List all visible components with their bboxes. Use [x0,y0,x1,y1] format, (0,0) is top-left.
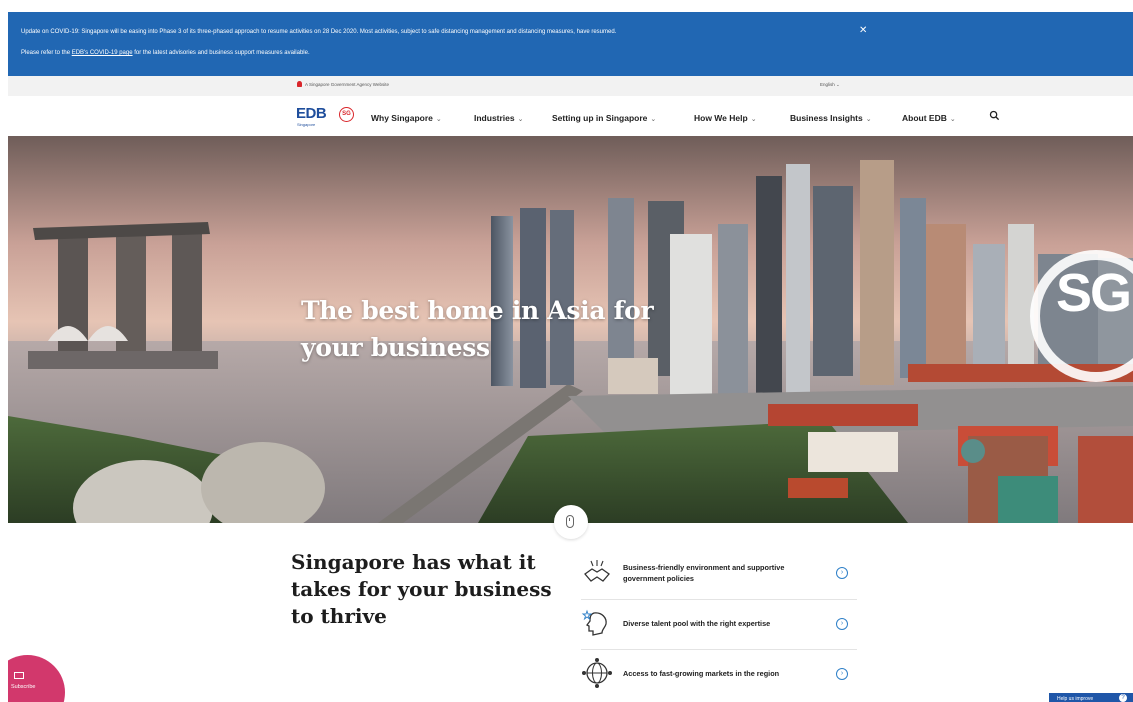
nav-label: How We Help [694,113,748,123]
sg-watermark-text: SG [1056,263,1132,323]
chevron-right-icon[interactable]: › [836,567,848,579]
nav-how-we-help[interactable]: How We Help ⌄ [694,113,757,123]
close-icon[interactable]: ✕ [859,26,867,36]
feature-item-business-friendly[interactable]: Business-friendly environment and suppor… [581,549,857,600]
feature-label: Business-friendly environment and suppor… [623,563,785,583]
chevron-down-icon: ⌄ [650,116,657,123]
nav-business-insights[interactable]: Business Insights ⌄ [790,113,872,123]
chevron-down-icon: ⌄ [949,116,956,123]
nav-label: Business Insights [790,113,863,123]
feature-label: Diverse talent pool with the right exper… [623,619,771,628]
nav-why-singapore[interactable]: Why Singapore ⌄ [371,113,442,123]
lion-head-icon [297,81,302,87]
section-lead-heading: Singapore has what it takes for your bus… [291,550,552,628]
language-selector[interactable]: English ⌄ [820,82,840,88]
scroll-down-button[interactable] [554,505,588,539]
question-icon: ? [1119,694,1127,702]
edb-logo[interactable]: EDB [296,106,327,121]
chevron-right-icon[interactable]: › [836,668,848,680]
help-us-improve-button[interactable]: Help us improve ? [1049,693,1133,702]
sg-logo: SG [339,107,354,122]
subscribe-button[interactable]: Subscribe [8,655,65,702]
covid-banner-suffix: for the latest advisories and business s… [134,50,310,56]
chevron-down-icon: ⌄ [517,116,524,123]
hero-headline: The best home in Asia for your business [301,296,654,362]
covid-banner-line2: Please refer to the EDB's COVID-19 page … [21,50,310,56]
nav-label: Industries [474,113,515,123]
gov-agency-bar: A Singapore Government Agency Website En… [8,76,1133,96]
covid-banner-prefix: Please refer to the [21,50,71,56]
mouse-scroll-icon [566,515,574,528]
network-globe-icon [582,658,612,688]
nav-label: Why Singapore [371,113,433,123]
main-nav: EDB Singapore SG Why Singapore ⌄ Industri… [8,96,1133,136]
nav-industries[interactable]: Industries ⌄ [474,113,524,123]
chevron-down-icon: ⌄ [750,116,757,123]
chevron-right-icon[interactable]: › [836,618,848,630]
nav-label: About EDB [902,113,947,123]
nav-setting-up[interactable]: Setting up in Singapore ⌄ [552,113,656,123]
subscribe-label: Subscribe [11,684,36,690]
feature-label: Access to fast-growing markets in the re… [623,669,780,678]
covid-banner-line1: Update on COVID-19: Singapore will be ea… [21,29,617,35]
talent-head-icon [581,609,607,636]
browser-frame: Update on COVID-19: Singapore will be ea… [8,12,1133,702]
nav-label: Setting up in Singapore [552,113,648,123]
feature-item-market-access[interactable]: Access to fast-growing markets in the re… [581,649,857,699]
nav-about-edb[interactable]: About EDB ⌄ [902,113,956,123]
hero-banner: SG The best home in Asia for your busine… [8,136,1133,523]
feature-item-talent-pool[interactable]: Diverse talent pool with the right exper… [581,599,857,650]
covid-banner: Update on COVID-19: Singapore will be ea… [8,12,1133,76]
language-label: English [820,82,835,87]
gov-agency-text: A Singapore Government Agency Website [305,82,389,87]
mail-icon [14,672,24,679]
search-icon[interactable] [989,110,1000,121]
edb-logo-subtext: Singapore [297,122,316,127]
handshake-icon [584,560,610,582]
help-label: Help us improve [1057,696,1094,702]
covid-page-link[interactable]: EDB's COVID-19 page [72,50,133,56]
chevron-down-icon: ⌄ [836,82,840,87]
chevron-down-icon: ⌄ [865,116,872,123]
chevron-down-icon: ⌄ [435,116,442,123]
